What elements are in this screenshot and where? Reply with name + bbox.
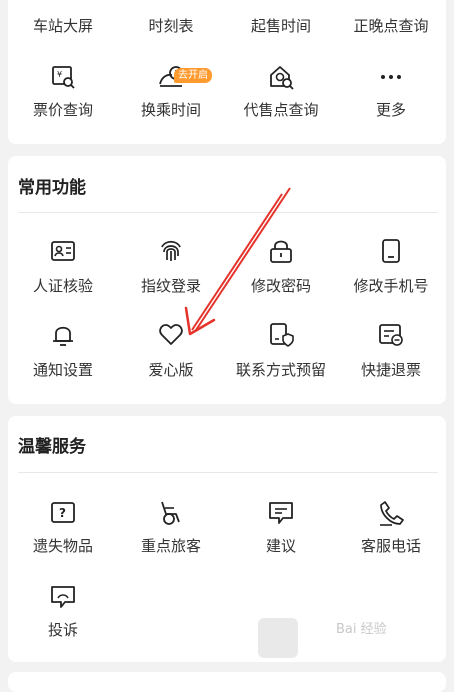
fingerprint-label: 指纹登录 <box>140 277 201 295</box>
suggestion-icon <box>268 500 294 526</box>
id-verify-icon <box>50 238 76 264</box>
divider <box>18 212 438 213</box>
phone-icon <box>378 238 404 264</box>
next-card <box>8 672 446 692</box>
watermark: Bai 经验 <box>336 622 387 637</box>
common-functions-card: 常用功能 人证核验 指纹登录 修改密码 修改手机号 通知设置 爱心版 联系方式预… <box>8 156 446 404</box>
quick-refund-icon <box>378 322 404 348</box>
station-screen-label: 车站大屏 <box>32 17 93 35</box>
bell-icon <box>50 322 76 348</box>
complaint-icon <box>50 584 76 610</box>
notify-settings-label: 通知设置 <box>32 361 93 379</box>
lost-item-label: 遗失物品 <box>32 537 93 555</box>
quick-refund-label: 快捷退票 <box>360 361 421 379</box>
heart-icon <box>158 322 184 348</box>
id-verify-label: 人证核验 <box>32 277 93 295</box>
ticket-price-label: 票价查询 <box>32 101 93 119</box>
change-password-label: 修改密码 <box>250 277 311 295</box>
timetable-label: 时刻表 <box>148 17 194 35</box>
agency-search-icon <box>268 64 294 90</box>
wheelchair-icon <box>158 500 184 526</box>
more-label: 更多 <box>375 101 406 119</box>
svg-text:?: ? <box>59 506 66 520</box>
priority-passenger-label: 重点旅客 <box>140 537 201 555</box>
query-card: 车站大屏 时刻表 起售时间 正晚点查询 ¥ 票价查询 换乘时间 代售点查询 更多 <box>8 0 446 144</box>
contact-reserve-label: 联系方式预留 <box>235 361 326 379</box>
blurred-area <box>258 618 298 658</box>
transfer-time-label: 换乘时间 <box>140 101 201 119</box>
fingerprint-icon <box>158 238 184 264</box>
lock-icon <box>268 238 294 264</box>
contact-reserve-icon <box>268 322 294 348</box>
delay-query-label: 正晚点查询 <box>353 17 429 35</box>
care-mode-label: 爱心版 <box>148 361 194 379</box>
change-phone-label: 修改手机号 <box>353 277 429 295</box>
svg-text:¥: ¥ <box>57 70 62 79</box>
common-section-title: 常用功能 <box>18 178 86 198</box>
complaint-label: 投诉 <box>47 621 78 639</box>
divider <box>18 472 438 473</box>
phone-call-icon <box>378 500 404 526</box>
more-icon <box>378 64 404 90</box>
service-phone-label: 客服电话 <box>360 537 421 555</box>
service-section-title: 温馨服务 <box>18 437 86 457</box>
sale-time-label: 起售时间 <box>250 17 311 35</box>
suggestion-label: 建议 <box>265 537 296 555</box>
agency-search-label: 代售点查询 <box>243 101 319 119</box>
enable-badge[interactable]: 去开启 <box>174 68 212 83</box>
lost-item-icon: ? <box>50 500 76 526</box>
ticket-price-icon: ¥ <box>50 64 76 90</box>
